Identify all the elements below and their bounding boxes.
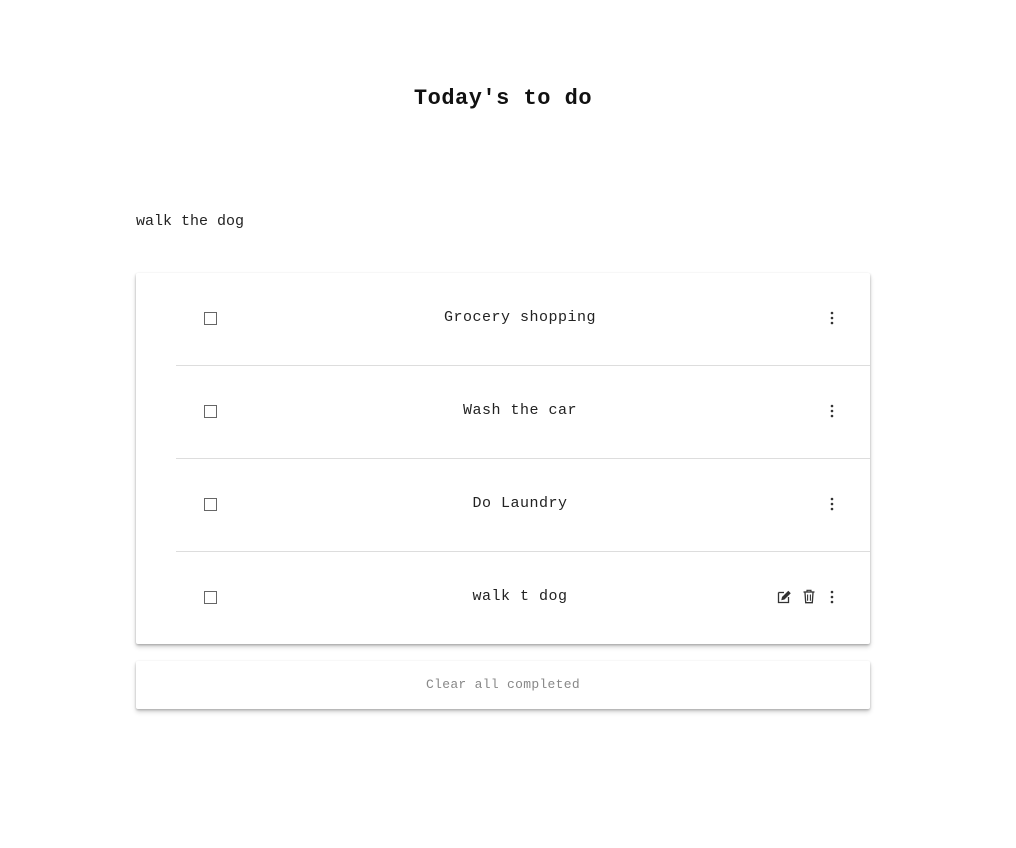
- todo-checkbox[interactable]: [204, 591, 217, 604]
- more-vertical-icon[interactable]: [828, 311, 836, 325]
- todo-checkbox[interactable]: [204, 498, 217, 511]
- more-vertical-icon[interactable]: [828, 404, 836, 418]
- todo-label: walk t dog: [472, 588, 568, 605]
- todo-label: Grocery shopping: [443, 309, 597, 326]
- footer-bar: Clear all completed: [136, 661, 870, 709]
- todo-checkbox[interactable]: [204, 312, 217, 325]
- todo-checkbox[interactable]: [204, 405, 217, 418]
- edit-icon[interactable]: [777, 590, 791, 604]
- clear-completed-button[interactable]: Clear all completed: [136, 661, 870, 709]
- page-title: Today's to do: [413, 86, 593, 111]
- todo-item: Wash the car: [136, 366, 870, 459]
- new-todo-input[interactable]: [136, 208, 870, 234]
- todo-item: Grocery shopping: [136, 273, 870, 366]
- todo-list: Grocery shopping Wash the car Do Laundry…: [136, 273, 870, 644]
- todo-item: Do Laundry: [136, 459, 870, 552]
- todo-item: walk t dog: [136, 552, 870, 645]
- todo-label: Do Laundry: [472, 495, 568, 512]
- more-vertical-icon[interactable]: [828, 497, 836, 511]
- todo-label: Wash the car: [462, 402, 578, 419]
- more-vertical-icon[interactable]: [828, 590, 836, 604]
- trash-icon[interactable]: [802, 589, 816, 604]
